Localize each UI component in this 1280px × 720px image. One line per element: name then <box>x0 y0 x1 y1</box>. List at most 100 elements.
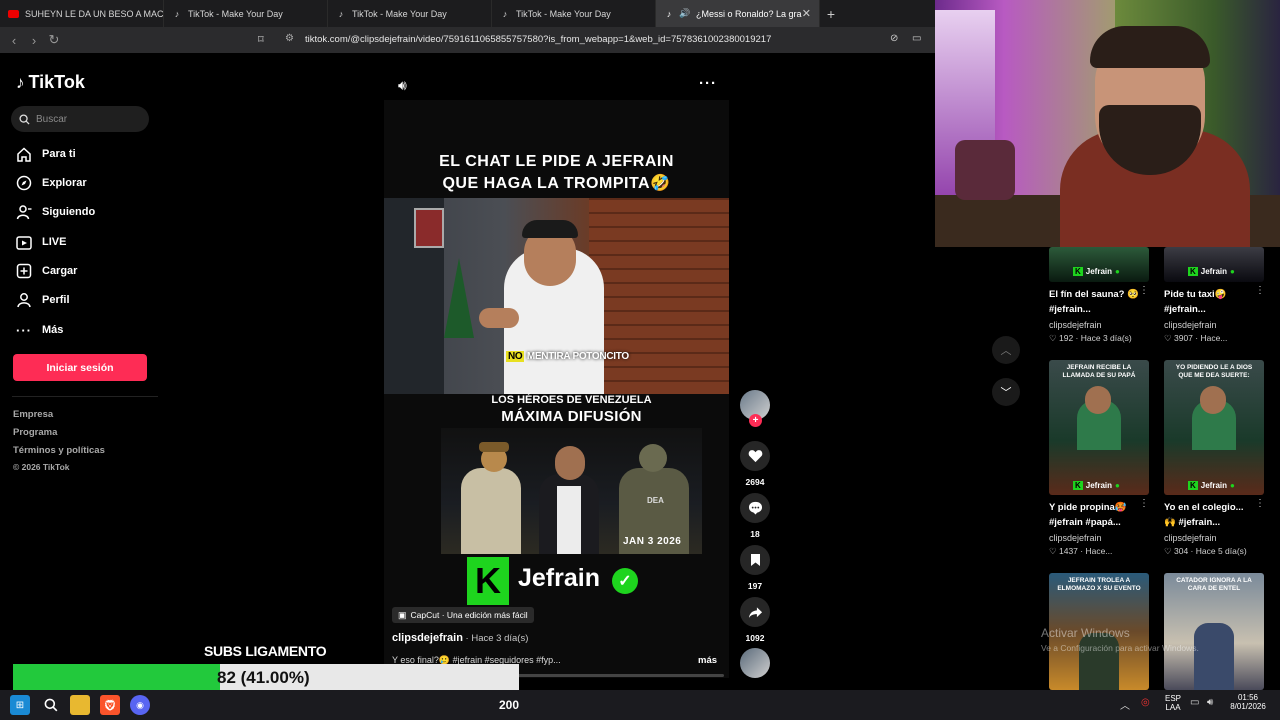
sidebar-item-explorar[interactable]: Explorar <box>14 173 87 193</box>
share-button[interactable]: 1092 <box>740 597 770 643</box>
banner-line1: LOS HÉROES DE VENEZUELA <box>491 394 652 406</box>
poster <box>414 208 444 248</box>
previous-video-button[interactable]: ︿ <box>992 336 1020 364</box>
heart-icon: ♡ <box>1164 546 1174 556</box>
related-video-title[interactable]: Y pide propina🥵 #jefrain #papá... <box>1049 500 1141 530</box>
no-tracking-icon[interactable]: ⊘ <box>890 33 898 44</box>
footer-link-terminos[interactable]: Términos y políticas <box>13 445 105 456</box>
more-icon: ··· <box>16 322 32 338</box>
home-icon <box>14 146 34 162</box>
discord-icon[interactable]: ◉ <box>130 695 150 715</box>
christmas-tree <box>444 258 474 338</box>
related-video-meta: ♡ 3907 · Hace... <box>1164 333 1228 343</box>
cast-icon[interactable]: ▭ <box>912 33 921 44</box>
more-options-icon[interactable]: ⋮ <box>1255 285 1265 296</box>
more-link[interactable]: más <box>698 655 717 666</box>
taskbar <box>0 690 1280 720</box>
author-link[interactable]: clipsdejefrain <box>392 632 463 644</box>
profile-icon <box>14 292 34 308</box>
subs-goal-label: SUBS LIGAMENTO <box>204 643 327 659</box>
search-icon[interactable] <box>41 695 61 715</box>
comment-button[interactable]: 18 <box>740 493 770 539</box>
follow-plus-icon[interactable]: + <box>749 414 762 427</box>
sidebar-item-para-ti[interactable]: Para ti <box>14 144 76 164</box>
tiktok-logo[interactable]: ♪ TikTok <box>16 72 85 93</box>
login-button[interactable]: Iniciar sesión <box>13 354 147 381</box>
related-video-title[interactable]: Pide tu taxi🤪 #jefrain... <box>1164 287 1256 317</box>
volume-tray-icon[interactable]: 🔊︎ <box>1207 697 1213 708</box>
banner-line2: MÁXIMA DIFUSIÓN <box>501 408 642 425</box>
bookmark-icon[interactable]: ⌑ <box>258 33 264 46</box>
back-icon[interactable]: ‹ <box>4 33 24 48</box>
browser-tab[interactable]: SUHEYN LE DA UN BESO A MACARIU <box>0 0 164 27</box>
reload-icon[interactable]: ↻ <box>44 32 64 48</box>
browser-tab-active[interactable]: ♪🔊¿Messi o Ronaldo? La gran ba✕ <box>656 0 820 27</box>
jefrain-logo-icon: K <box>467 557 509 605</box>
related-video-user[interactable]: clipsdejefrain <box>1049 320 1102 330</box>
like-button[interactable]: 2694 <box>740 441 770 487</box>
clock[interactable]: 01:56 8/01/2026 <box>1226 693 1270 711</box>
related-video-user[interactable]: clipsdejefrain <box>1164 320 1217 330</box>
url-field[interactable]: tiktok.com/@clipsdejefrain/video/7591611… <box>305 34 771 45</box>
sidebar-item-perfil[interactable]: Perfil <box>14 290 70 310</box>
volume-icon[interactable]: 🔊︎ <box>398 77 407 94</box>
browser-tab[interactable]: ♪ TikTok - Make Your Day <box>492 0 656 27</box>
video-frame-bottom: DEA JAN 3 2026 <box>441 428 702 554</box>
related-video-user[interactable]: clipsdejefrain <box>1164 533 1217 543</box>
save-button[interactable]: 197 <box>740 545 770 591</box>
sidebar-item-siguiendo[interactable]: Siguiendo <box>14 202 95 222</box>
file-explorer-icon[interactable] <box>70 695 90 715</box>
network-icon[interactable]: ▭ <box>1190 697 1199 708</box>
forward-icon[interactable]: › <box>24 33 44 48</box>
footer-link-empresa[interactable]: Empresa <box>13 409 53 420</box>
person-left <box>461 468 521 554</box>
speaker-icon[interactable]: 🔊 <box>679 8 690 19</box>
video-thumbnail[interactable]: YO PIDIENDO LE A DIOS QUE ME DEA SUERTE:… <box>1164 360 1264 495</box>
share-icon <box>740 597 770 627</box>
compass-icon <box>14 175 34 191</box>
search-input[interactable]: Buscar <box>11 106 149 132</box>
like-count: 2694 <box>745 477 765 487</box>
jefrain-logo-icon: K <box>1188 481 1198 490</box>
tiktok-icon: ♪ <box>502 8 508 19</box>
more-options-icon[interactable]: ⋮ <box>1255 498 1265 509</box>
heart-icon: ♡ <box>1049 546 1059 556</box>
upload-icon <box>14 263 34 279</box>
footer-copyright: © 2026 TikTok <box>13 462 70 472</box>
sidebar-item-live[interactable]: LIVE <box>14 232 66 252</box>
site-info-icon[interactable]: ⚙ <box>285 33 294 44</box>
tray-app-icon[interactable]: ◎ <box>1141 697 1150 708</box>
activate-windows-text: Ve a Configuración para activar Windows. <box>1041 643 1199 653</box>
capcut-badge[interactable]: ▣ CapCut · Una edición más fácil <box>392 607 534 623</box>
footer-link-programa[interactable]: Programa <box>13 427 57 438</box>
related-video-user[interactable]: clipsdejefrain <box>1049 533 1102 543</box>
browser-tab[interactable]: ♪ TikTok - Make Your Day <box>164 0 328 27</box>
author-avatar[interactable]: + <box>740 390 770 427</box>
search-icon <box>19 113 30 125</box>
music-avatar[interactable] <box>740 648 770 678</box>
related-video-meta: ♡ 192 · Hace 3 día(s) <box>1049 333 1132 343</box>
new-tab-button[interactable]: + <box>820 6 842 22</box>
video-thumbnail[interactable]: K Jefrain ● <box>1164 247 1264 282</box>
sidebar-item-cargar[interactable]: Cargar <box>14 261 77 281</box>
more-options-icon[interactable]: ··· <box>699 75 717 92</box>
browser-tab[interactable]: ♪ TikTok - Make Your Day <box>328 0 492 27</box>
person-hair <box>522 220 578 238</box>
close-tab-icon[interactable]: ✕ <box>802 7 811 20</box>
sidebar-item-mas[interactable]: ··· Más <box>14 320 63 340</box>
video-thumbnail[interactable]: JEFRAIN RECIBE LA LLAMADA DE SU PAPÁ K Je… <box>1049 360 1149 495</box>
video-thumbnail[interactable]: CATADOR IGNORA A LA CARA DE ENTEL <box>1164 573 1264 690</box>
start-icon[interactable]: ⊞ <box>10 695 30 715</box>
chevron-up-icon: ︿ <box>1000 345 1012 357</box>
tiktok-note-icon: ♪ <box>16 72 25 92</box>
related-video-title[interactable]: Yo en el colegio... 🙌 #jefrain... <box>1164 500 1256 530</box>
cap <box>479 442 509 452</box>
tray-overflow-icon[interactable]: ︿ <box>1120 697 1130 712</box>
brave-browser-icon[interactable]: 🦁︎ <box>100 695 120 715</box>
related-video-title[interactable]: El fín del sauna? 🥺 #jefrain... <box>1049 287 1141 317</box>
tiktok-icon: ♪ <box>174 8 180 19</box>
language-indicator[interactable]: ESP LAA <box>1162 694 1184 712</box>
next-video-button[interactable]: ﹀ <box>992 378 1020 406</box>
save-count: 197 <box>747 581 763 591</box>
video-thumbnail[interactable]: K Jefrain ● <box>1049 247 1149 282</box>
